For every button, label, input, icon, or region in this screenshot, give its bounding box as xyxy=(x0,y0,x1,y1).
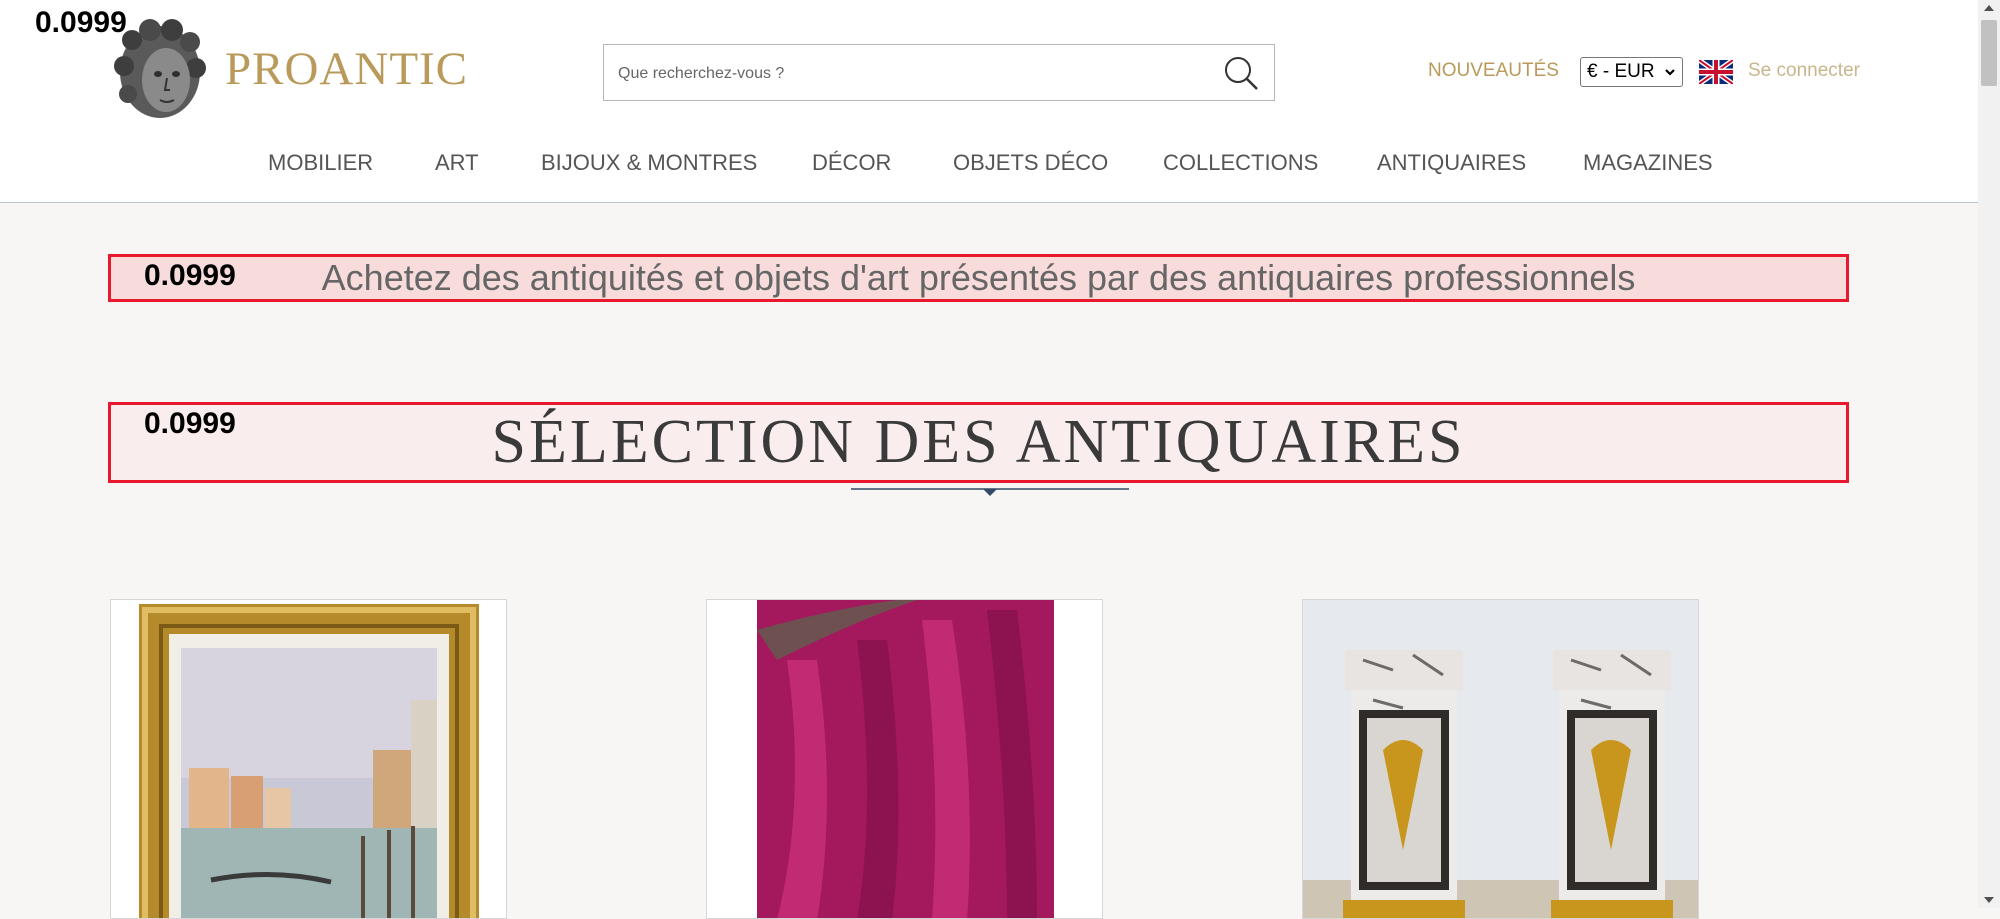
scroll-down-icon[interactable] xyxy=(1984,897,1994,903)
nav-item-magazines[interactable]: MAGAZINES xyxy=(1583,150,1713,176)
nav-item-decor[interactable]: DÉCOR xyxy=(812,150,891,176)
currency-value: € - EUR xyxy=(1587,61,1655,82)
section-title-highlight: SÉLECTION DES ANTIQUAIRES 0.0999 xyxy=(108,402,1849,483)
chevron-down-icon xyxy=(1665,69,1675,76)
product-card-fabric[interactable] xyxy=(706,599,1103,919)
product-card-painting[interactable] xyxy=(110,599,507,919)
nav-item-art[interactable]: ART xyxy=(435,150,479,176)
search-box xyxy=(603,44,1275,102)
nav-item-mobilier[interactable]: MOBILIER xyxy=(268,150,373,176)
search-input[interactable] xyxy=(616,45,1200,102)
tagline: Achetez des antiquités et objets d'art p… xyxy=(321,257,1636,298)
nav-item-objets-deco[interactable]: OBJETS DÉCO xyxy=(953,150,1108,176)
nav-item-bijoux-montres[interactable]: BIJOUX & MONTRES xyxy=(541,150,757,176)
score-badge: 0.0999 xyxy=(144,259,236,292)
page-scrollbar[interactable] xyxy=(1978,0,2000,908)
score-badge: 0.0999 xyxy=(35,6,127,39)
currency-select[interactable]: € - EUR xyxy=(1580,57,1683,87)
nav-item-antiquaires[interactable]: ANTIQUAIRES xyxy=(1377,150,1526,176)
nouveautes-link[interactable]: NOUVEAUTÉS xyxy=(1428,60,1559,82)
scroll-up-icon[interactable] xyxy=(1984,5,1994,11)
product-image xyxy=(1303,600,1698,918)
score-badge: 0.0999 xyxy=(144,407,236,440)
title-underline xyxy=(851,488,1129,496)
product-card-pedestals[interactable] xyxy=(1302,599,1699,919)
login-link[interactable]: Se connecter xyxy=(1748,60,1860,82)
page: PROANTIC NOUVEAUTÉS € - EUR Se connecter… xyxy=(0,0,1978,919)
product-image xyxy=(111,600,506,918)
logo-text[interactable]: PROANTIC xyxy=(225,42,468,96)
tagline-highlight: Achetez des antiquités et objets d'art p… xyxy=(108,254,1849,302)
main-nav: MOBILIER ART BIJOUX & MONTRES DÉCOR OBJE… xyxy=(0,150,1978,180)
section-title: SÉLECTION DES ANTIQUAIRES xyxy=(491,408,1466,476)
nav-item-collections[interactable]: COLLECTIONS xyxy=(1163,150,1318,176)
scrollbar-thumb[interactable] xyxy=(1981,20,1997,86)
uk-flag-icon[interactable] xyxy=(1699,60,1733,84)
product-image xyxy=(707,600,1102,918)
site-header: PROANTIC NOUVEAUTÉS € - EUR Se connecter… xyxy=(0,0,1978,203)
search-icon[interactable] xyxy=(1222,54,1260,92)
